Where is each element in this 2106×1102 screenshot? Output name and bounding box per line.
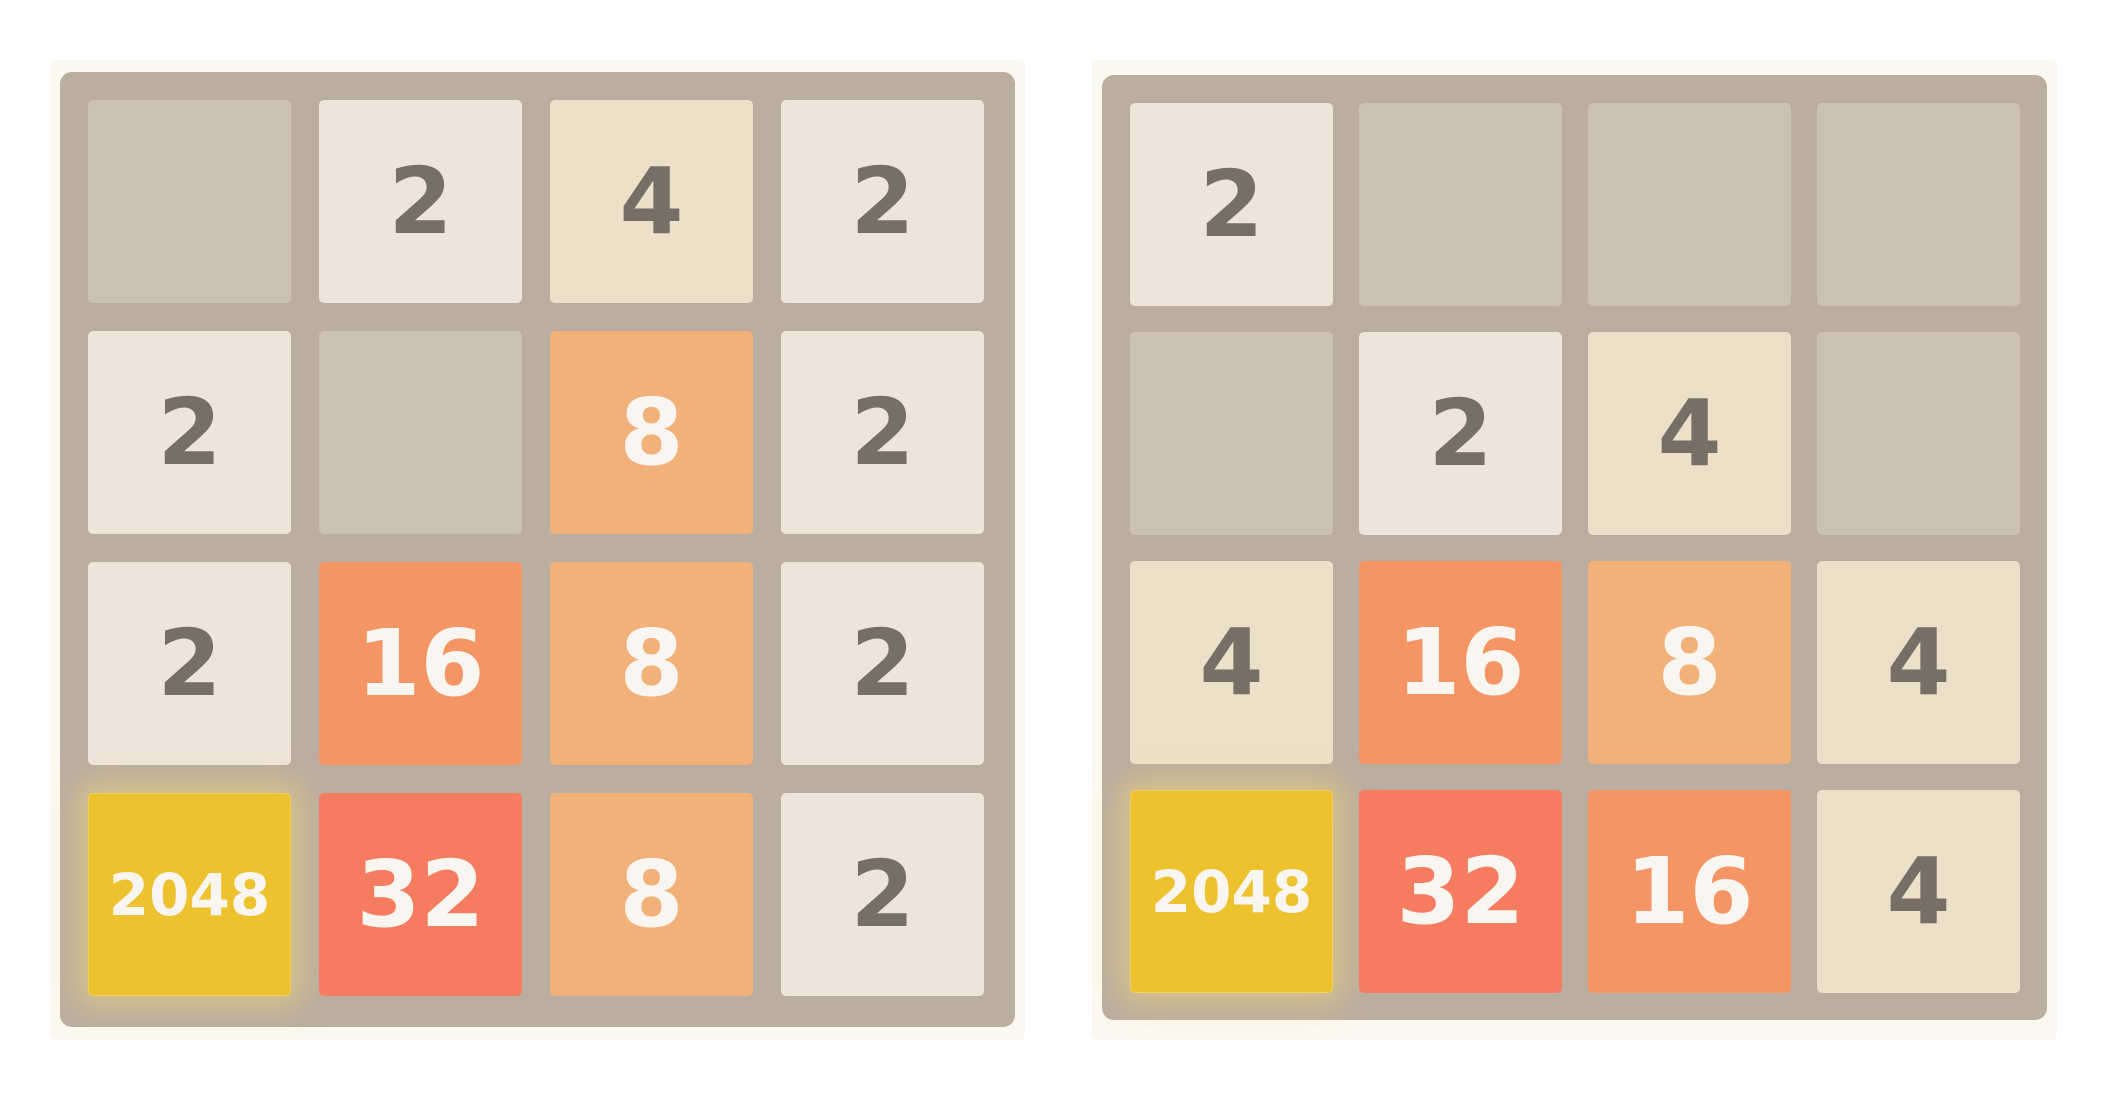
right-cell-r1c3 <box>1588 103 1791 306</box>
left-cell-r1c1 <box>88 100 291 303</box>
right-cell-r1c4 <box>1817 103 2020 306</box>
left-cell-r4c1: 2048 <box>88 793 291 996</box>
left-cell-r1c4: 2 <box>781 100 984 303</box>
right-cell-r2c1 <box>1130 332 1333 535</box>
right-cell-r4c1: 2048 <box>1130 790 1333 993</box>
right-cell-r1c2 <box>1359 103 1562 306</box>
right-cell-r2c4 <box>1817 332 2020 535</box>
left-cell-r4c2: 32 <box>319 793 522 996</box>
right-board-frame: 2 2 4 4 16 8 4 2048 32 16 4 <box>1092 60 2057 1040</box>
left-cell-r3c2: 16 <box>319 562 522 765</box>
left-cell-r2c1: 2 <box>88 331 291 534</box>
left-cell-r3c1: 2 <box>88 562 291 765</box>
right-cell-r3c2: 16 <box>1359 561 1562 764</box>
left-game-board: 2 4 2 2 8 2 2 16 8 2 2048 32 8 2 <box>60 72 1015 1027</box>
left-cell-r1c3: 4 <box>550 100 753 303</box>
right-cell-r4c4: 4 <box>1817 790 2020 993</box>
right-cell-r4c3: 16 <box>1588 790 1791 993</box>
left-cell-r2c3: 8 <box>550 331 753 534</box>
right-cell-r1c1: 2 <box>1130 103 1333 306</box>
left-cell-r3c4: 2 <box>781 562 984 765</box>
left-cell-r2c4: 2 <box>781 331 984 534</box>
left-cell-r4c4: 2 <box>781 793 984 996</box>
left-cell-r4c3: 8 <box>550 793 753 996</box>
right-cell-r2c2: 2 <box>1359 332 1562 535</box>
left-cell-r2c2 <box>319 331 522 534</box>
left-cell-r1c2: 2 <box>319 100 522 303</box>
left-cell-r3c3: 8 <box>550 562 753 765</box>
right-cell-r2c3: 4 <box>1588 332 1791 535</box>
right-cell-r4c2: 32 <box>1359 790 1562 993</box>
right-cell-r3c1: 4 <box>1130 561 1333 764</box>
right-cell-r3c4: 4 <box>1817 561 2020 764</box>
left-board-frame: 2 4 2 2 8 2 2 16 8 2 2048 32 8 2 <box>50 60 1025 1040</box>
right-game-board: 2 2 4 4 16 8 4 2048 32 16 4 <box>1102 75 2047 1020</box>
right-cell-r3c3: 8 <box>1588 561 1791 764</box>
